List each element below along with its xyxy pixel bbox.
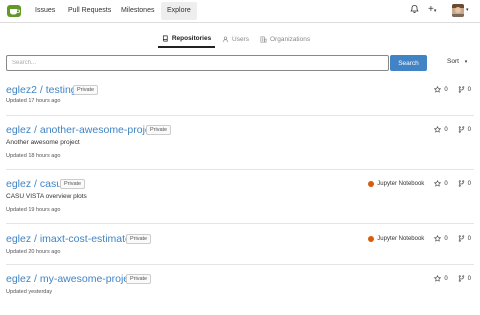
divider — [6, 169, 474, 170]
divider — [6, 115, 474, 116]
repo-updated-time: Updated 18 hours ago — [6, 153, 61, 159]
nav-explore[interactable]: Explore — [161, 2, 197, 20]
repo-name-link[interactable]: eglez / imaxt-cost-estimates — [6, 233, 136, 245]
visibility-badge: Private — [126, 234, 152, 244]
repo-description: Another awesome project — [6, 139, 80, 146]
tab-repositories-label: Repositories — [171, 35, 212, 42]
user-icon — [222, 36, 229, 43]
create-new-button[interactable]: +▾ — [428, 4, 436, 18]
star-count: 0 — [444, 235, 448, 242]
tab-repositories[interactable]: Repositories — [158, 31, 215, 48]
nav-issues[interactable]: Issues — [29, 0, 61, 22]
sort-label: Sort — [447, 58, 459, 65]
repo-updated-time: Updated 20 hours ago — [6, 249, 61, 255]
visibility-badge: Private — [146, 125, 172, 135]
visibility-badge: Private — [73, 85, 99, 95]
chevron-down-icon: ▾ — [464, 59, 468, 65]
fork-count: 0 — [467, 275, 471, 282]
gitea-logo-icon[interactable] — [6, 3, 22, 19]
tab-users[interactable]: Users — [222, 31, 249, 48]
divider — [6, 223, 474, 224]
repo-updated-time: Updated 19 hours ago — [6, 207, 61, 213]
star-icon — [434, 235, 442, 242]
star-icon — [434, 86, 442, 93]
repo-name-link[interactable]: eglez / my-awesome-project — [6, 273, 137, 285]
star-icon — [434, 126, 442, 133]
repo-description: CASU VISTA overview plots — [6, 193, 87, 200]
avatar-chevron-down-icon[interactable]: ▾ — [466, 7, 469, 21]
visibility-badge: Private — [60, 179, 86, 189]
tab-users-label: Users — [232, 36, 249, 43]
star-count: 0 — [444, 180, 448, 187]
tab-organizations[interactable]: Organizations — [260, 31, 310, 48]
notifications-bell-icon[interactable] — [410, 4, 419, 18]
language-color-dot — [368, 180, 375, 187]
fork-icon — [458, 86, 464, 93]
repo-stats: Jupyter Notebook 0 0 — [368, 180, 471, 187]
star-count: 0 — [444, 86, 448, 93]
search-button[interactable]: Search — [390, 55, 427, 71]
fork-count: 0 — [467, 180, 471, 187]
nav-milestones[interactable]: Milestones — [115, 0, 160, 22]
star-icon — [434, 180, 442, 187]
search-input[interactable] — [6, 55, 389, 71]
language-color-dot — [368, 235, 375, 242]
repo-stats: 0 0 — [434, 275, 471, 282]
repo-name-link[interactable]: eglez / casu — [6, 178, 62, 190]
repo-updated-time: Updated yesterday — [6, 289, 53, 295]
fork-icon — [458, 235, 464, 242]
explore-tabs: Repositories Users Organizations — [0, 31, 480, 48]
repo-stats: 0 0 — [434, 126, 471, 133]
sort-dropdown[interactable]: Sort ▾ — [447, 58, 467, 65]
fork-count: 0 — [467, 235, 471, 242]
fork-icon — [458, 275, 464, 282]
top-navbar: Issues Pull Requests Milestones Explore … — [0, 0, 480, 23]
fork-count: 0 — [467, 126, 471, 133]
repo-name-link[interactable]: eglez / another-awesome-project — [6, 124, 159, 136]
repo-name-link[interactable]: eglez2 / testing — [6, 84, 77, 96]
nav-pull-requests[interactable]: Pull Requests — [62, 0, 117, 22]
repo-stats: Jupyter Notebook 0 0 — [368, 235, 471, 242]
divider — [6, 264, 474, 265]
chevron-down-icon: ▾ — [433, 8, 437, 14]
fork-icon — [458, 180, 464, 187]
user-avatar[interactable] — [452, 4, 464, 17]
star-count: 0 — [444, 275, 448, 282]
repo-language: Jupyter Notebook — [377, 180, 425, 187]
fork-count: 0 — [467, 86, 471, 93]
repo-language: Jupyter Notebook — [377, 235, 425, 242]
fork-icon — [458, 126, 464, 133]
repo-icon — [162, 35, 168, 42]
organization-icon — [260, 36, 267, 43]
star-icon — [434, 275, 442, 282]
repo-updated-time: Updated 17 hours ago — [6, 98, 61, 104]
star-count: 0 — [444, 126, 448, 133]
visibility-badge: Private — [126, 274, 152, 284]
repo-stats: 0 0 — [434, 86, 471, 93]
tab-organizations-label: Organizations — [270, 36, 311, 43]
